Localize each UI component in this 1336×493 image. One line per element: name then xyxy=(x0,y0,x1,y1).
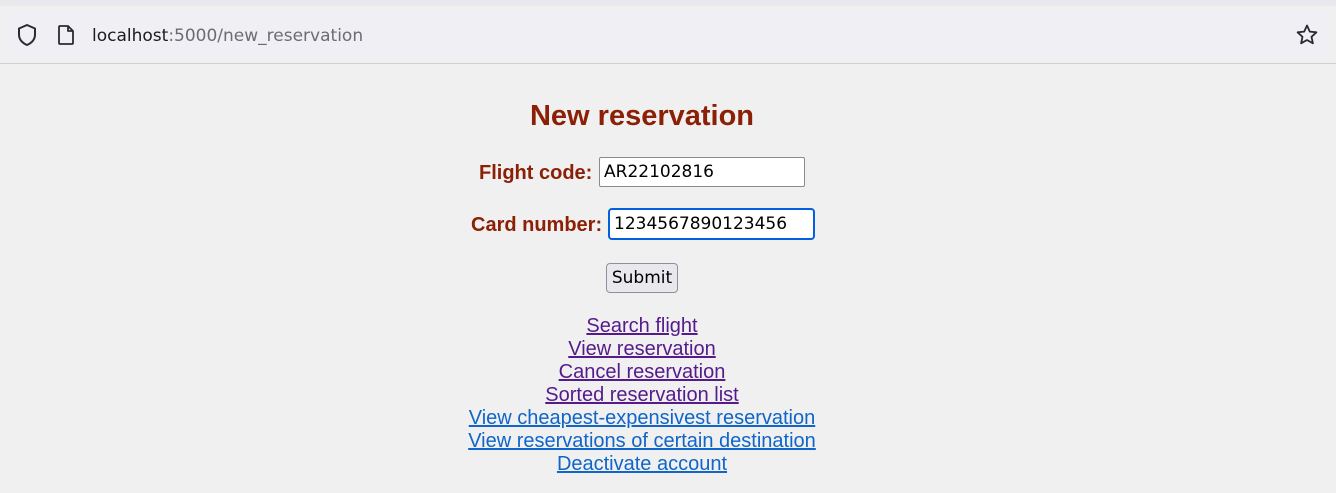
browser-tab-strip xyxy=(0,0,1336,6)
sorted-reservation-list-link[interactable]: Sorted reservation list xyxy=(545,384,738,407)
shield-icon[interactable] xyxy=(15,23,39,47)
flight-code-input[interactable] xyxy=(599,157,805,187)
flight-code-label: Flight code: xyxy=(479,162,593,184)
toolbar-divider xyxy=(0,63,1336,64)
card-number-input[interactable] xyxy=(608,208,815,240)
bookmark-star-icon[interactable] xyxy=(1294,23,1320,47)
nav-links: Search flight View reservation Cancel re… xyxy=(0,315,1284,476)
page-title: New reservation xyxy=(529,100,755,132)
url-path: :5000/new_reservation xyxy=(168,26,364,46)
submit-button[interactable]: Submit xyxy=(606,263,678,293)
page-icon[interactable] xyxy=(55,24,77,46)
view-reservations-destination-link[interactable]: View reservations of certain destination xyxy=(468,430,816,453)
cancel-reservation-link[interactable]: Cancel reservation xyxy=(559,361,726,384)
deactivate-account-link[interactable]: Deactivate account xyxy=(557,453,727,476)
search-flight-link[interactable]: Search flight xyxy=(586,315,697,338)
view-reservation-link[interactable]: View reservation xyxy=(568,338,715,361)
url-text[interactable]: localhost:5000/new_reservation xyxy=(92,24,363,48)
view-cheapest-expensivest-link[interactable]: View cheapest-expensivest reservation xyxy=(469,407,815,430)
url-host: localhost xyxy=(92,26,169,46)
card-number-label: Card number: xyxy=(471,214,603,236)
